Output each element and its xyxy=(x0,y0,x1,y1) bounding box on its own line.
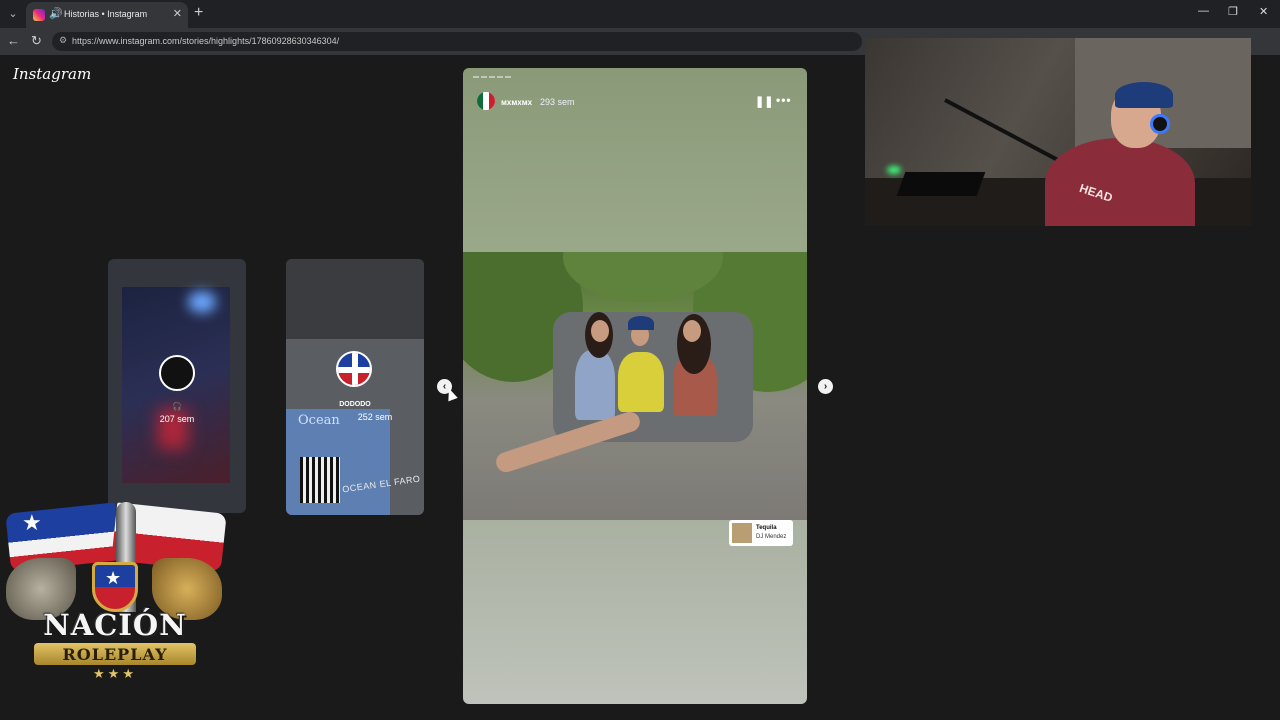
headset-icon xyxy=(1150,114,1170,134)
url-field[interactable]: ⚙ https://www.instagram.com/stories/high… xyxy=(52,32,862,51)
album-cover xyxy=(732,523,752,543)
streamer-body xyxy=(1045,138,1195,226)
browser-tab-bar: ⌄ 🔊 Historias • Instagram ✕ + — ❐ ✕ xyxy=(0,0,1280,28)
story-viewer[interactable]: мхмхмх 293 sem ❚❚ ••• Tequila DJ Mendez xyxy=(463,68,807,704)
preview-2-top xyxy=(286,259,424,339)
story-timestamp: 293 sem xyxy=(540,97,575,107)
instagram-favicon-icon xyxy=(33,9,45,21)
qr-code xyxy=(300,457,340,503)
tab-search-chevron-icon[interactable]: ⌄ xyxy=(4,5,22,23)
shield-star-icon: ★ xyxy=(105,568,122,588)
tab-close-icon[interactable]: ✕ xyxy=(173,7,182,20)
brand-subtitle: ROLEPLAY xyxy=(62,645,168,664)
brand-stars: ★★★ xyxy=(93,666,137,681)
headphones-icon: 🎧 xyxy=(172,402,182,411)
preview-1-time: 207 sem xyxy=(159,414,195,424)
reload-button[interactable]: ↻ xyxy=(31,33,42,49)
music-artist: DJ Mendez xyxy=(756,534,787,540)
browser-tab[interactable]: 🔊 Historias • Instagram ✕ xyxy=(26,2,188,28)
preview-2-avatar xyxy=(336,351,372,387)
tab-title: Historias • Instagram xyxy=(64,9,148,19)
story-preview-1[interactable]: 🎧 207 sem xyxy=(108,259,246,513)
minimize-button[interactable]: — xyxy=(1198,5,1209,17)
nacion-roleplay-logo: ★ ★ NACIÓN ROLEPLAY ★★★ xyxy=(4,502,227,692)
restore-button[interactable]: ❐ xyxy=(1228,5,1238,18)
preview-2-name: DODODO xyxy=(339,401,371,408)
next-story-button[interactable]: › xyxy=(818,379,833,394)
webcam-overlay: HEAD xyxy=(865,38,1251,226)
keyboard-glow xyxy=(887,166,901,174)
instagram-logo[interactable]: Instagram xyxy=(13,65,91,83)
site-info-icon[interactable]: ⚙ xyxy=(59,35,67,46)
back-button[interactable]: ← xyxy=(7,33,20,48)
brand-title: NACIÓN xyxy=(43,608,187,642)
story-author-avatar[interactable] xyxy=(477,92,495,110)
flag-star-icon: ★ xyxy=(22,510,42,535)
more-options-button[interactable]: ••• xyxy=(776,93,792,107)
new-tab-button[interactable]: + xyxy=(194,4,203,22)
story-preview-2[interactable]: Ocean OCEAN EL FARO DODODO 252 sem xyxy=(286,259,424,515)
music-sticker[interactable]: Tequila DJ Mendez xyxy=(729,520,793,546)
story-username[interactable]: мхмхмх xyxy=(501,98,532,107)
url-text: https://www.instagram.com/stories/highli… xyxy=(72,36,340,46)
preview-2-time: 252 sem xyxy=(357,412,393,422)
streamer-cap xyxy=(1115,82,1173,108)
music-title: Tequila xyxy=(756,525,777,531)
story-photo xyxy=(463,252,807,520)
speaker-icon[interactable]: 🔊 xyxy=(49,7,63,20)
preview-1-avatar xyxy=(159,355,195,391)
close-window-button[interactable]: ✕ xyxy=(1259,5,1268,18)
pause-button[interactable]: ❚❚ xyxy=(755,95,773,108)
webcam-keyboard xyxy=(896,172,986,196)
story-progress-bar xyxy=(473,76,797,78)
preview-1-light xyxy=(188,291,216,313)
